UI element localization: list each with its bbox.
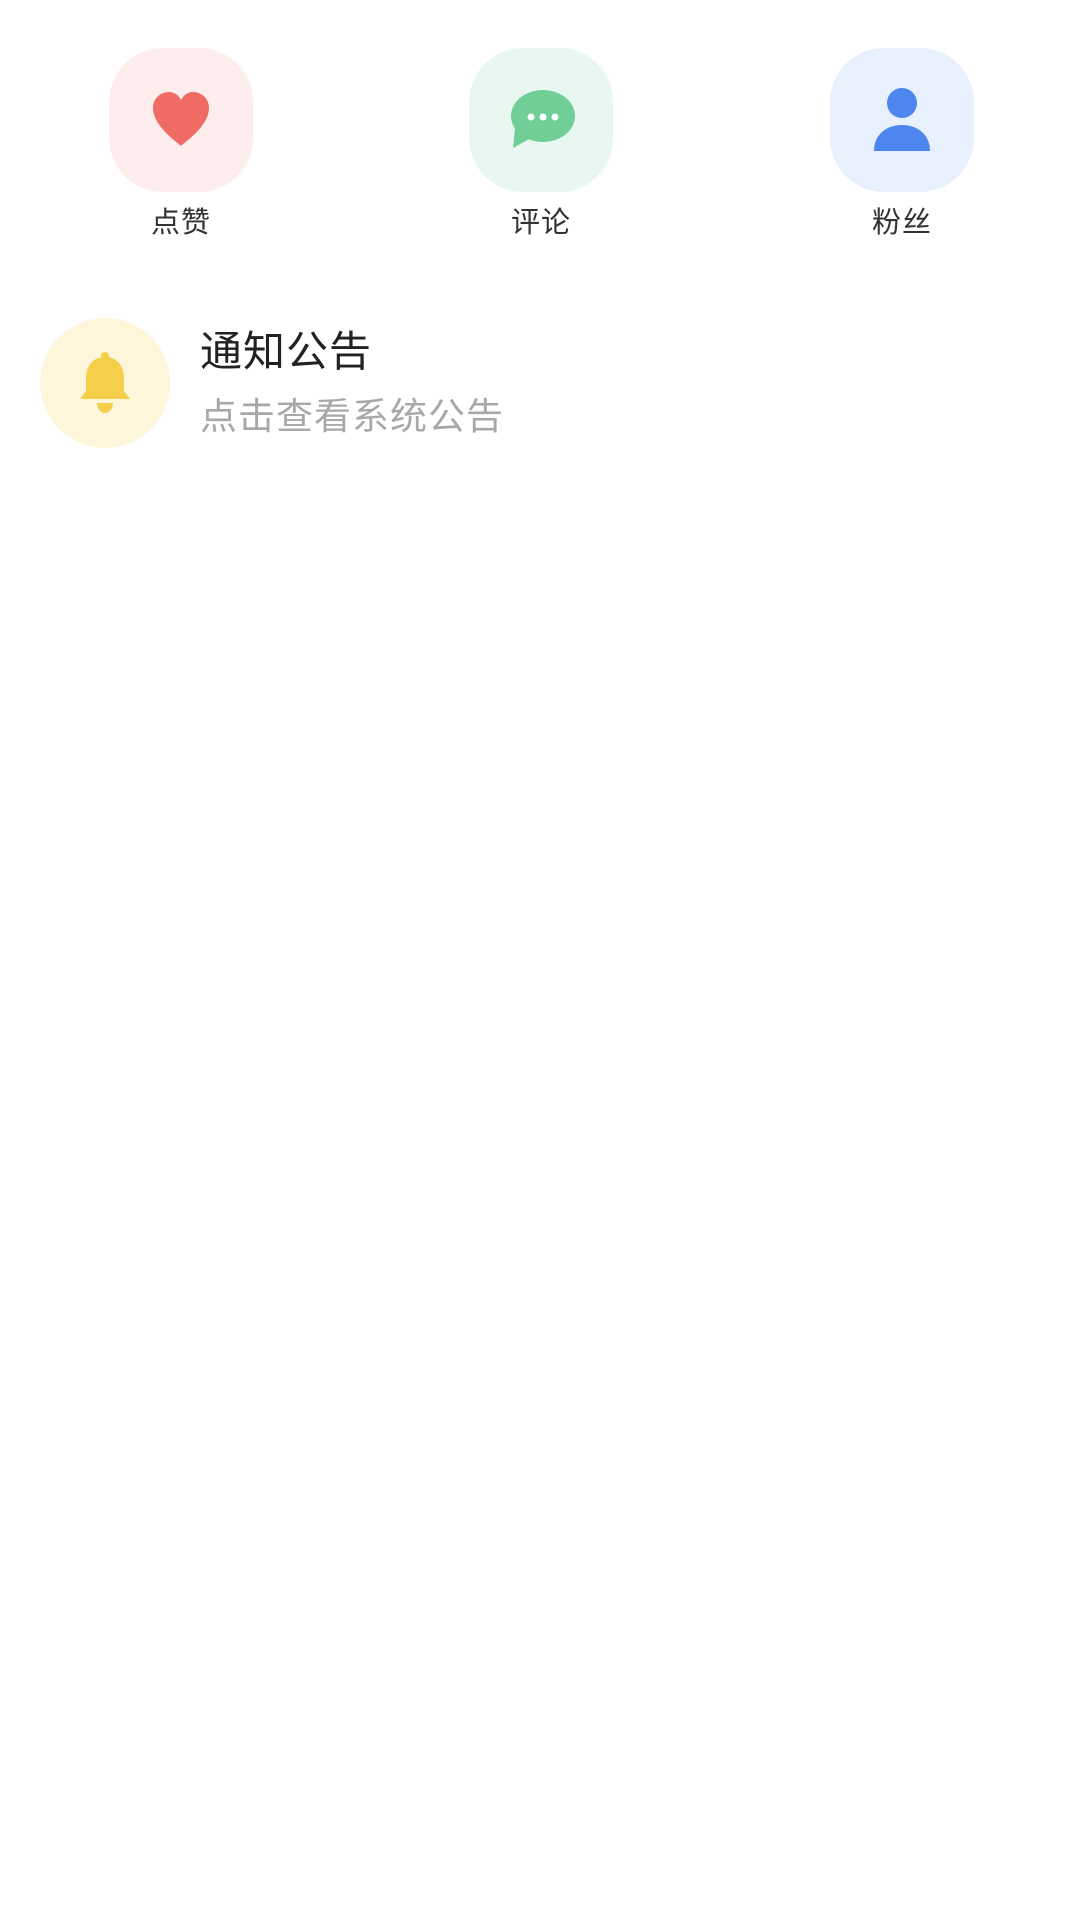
message-category-row: 点赞 评论 粉丝 (0, 0, 1080, 260)
notice-text-group: 通知公告 点击查看系统公告 (200, 326, 504, 440)
fans-category[interactable]: 粉丝 (802, 48, 1002, 242)
likes-category[interactable]: 点赞 (81, 48, 281, 242)
likes-tile[interactable] (109, 48, 253, 192)
notice-subtitle: 点击查看系统公告 (200, 395, 504, 438)
chat-bubble-icon (511, 90, 575, 148)
likes-label: 点赞 (150, 205, 211, 239)
notice-title: 通知公告 (200, 327, 373, 376)
person-icon (874, 88, 930, 151)
comments-tile[interactable] (469, 48, 613, 192)
heart-icon (153, 92, 209, 146)
fans-label: 粉丝 (871, 205, 932, 239)
comments-label: 评论 (510, 205, 571, 239)
comments-category[interactable]: 评论 (441, 48, 641, 242)
notice-announcement-item[interactable]: 通知公告 点击查看系统公告 (40, 318, 1040, 448)
fans-tile[interactable] (830, 48, 974, 192)
notice-tile (40, 318, 170, 448)
bell-icon (80, 352, 130, 413)
